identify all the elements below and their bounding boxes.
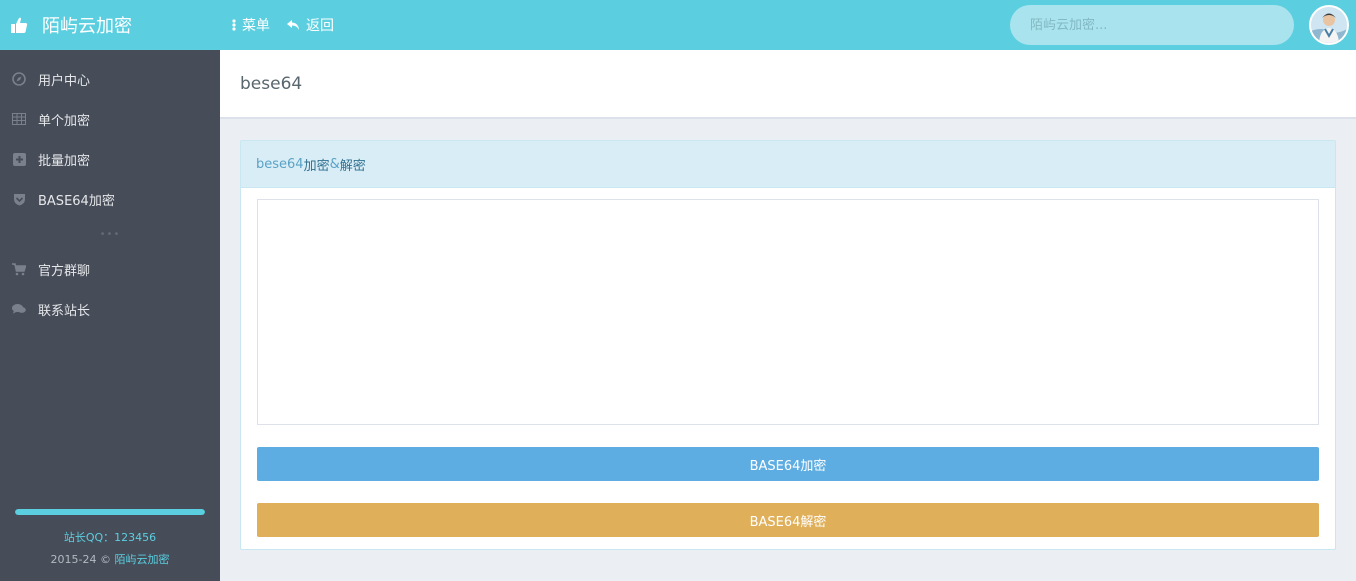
brand[interactable]: 陌屿云加密 — [0, 0, 220, 50]
top-header: 陌屿云加密 菜单 返回 — [0, 0, 1356, 50]
search-input[interactable] — [1010, 5, 1294, 45]
progress-fill — [15, 509, 205, 515]
sidebar-item-contact[interactable]: 联系站长 — [0, 289, 220, 329]
sidebar-item-label: 联系站长 — [38, 303, 91, 319]
panel-heading-part: bese64 — [256, 156, 304, 172]
thumbs-up-icon — [11, 17, 28, 33]
shield-icon — [12, 192, 26, 206]
back-label: 返回 — [306, 18, 334, 34]
base64-decode-button[interactable]: BASE64解密 — [257, 503, 1319, 537]
sidebar-item-group-chat[interactable]: 官方群聊 — [0, 249, 220, 289]
compass-icon — [12, 72, 26, 86]
sidebar: 用户中心 单个加密 批量加密 BASE64加密 ••• 官方群聊 联系站长 站长… — [0, 50, 220, 581]
panel-heading-part: & — [329, 156, 340, 172]
panel-heading-part: 加密 — [303, 158, 330, 174]
avatar-image — [1311, 7, 1347, 43]
panel-heading-part: 解密 — [339, 158, 366, 174]
avatar[interactable] — [1309, 5, 1349, 45]
panel-heading: bese64 加密 & 解密 — [241, 141, 1335, 188]
progress-bar — [15, 509, 205, 515]
copyright-link[interactable]: 陌屿云加密 — [114, 553, 169, 566]
sidebar-footer: 站长QQ：123456 2015-24 © 陌屿云加密 — [0, 509, 220, 567]
page-header: bese64 — [220, 50, 1356, 119]
sidebar-item-label: 用户中心 — [38, 73, 91, 89]
cart-icon — [12, 262, 26, 276]
sidebar-item-single-encrypt[interactable]: 单个加密 — [0, 99, 220, 139]
reply-icon — [287, 20, 299, 30]
sidebar-item-label: BASE64加密 — [38, 193, 115, 209]
sidebar-item-label: 单个加密 — [38, 113, 91, 129]
nav-actions: 菜单 返回 — [232, 0, 350, 50]
menu-label: 菜单 — [242, 18, 270, 34]
copyright: 2015-24 © 陌屿云加密 — [0, 551, 220, 567]
base64-panel: bese64 加密 & 解密 BASE64加密 BASE64解密 — [240, 140, 1336, 550]
sidebar-divider: ••• — [99, 228, 121, 240]
back-button[interactable]: 返回 — [286, 15, 334, 35]
brand-title: 陌屿云加密 — [42, 16, 132, 37]
page-title: bese64 — [240, 73, 303, 94]
sidebar-item-batch-encrypt[interactable]: 批量加密 — [0, 139, 220, 179]
menu-button[interactable]: 菜单 — [232, 15, 270, 35]
text-input-area[interactable] — [257, 199, 1319, 425]
copyright-prefix: 2015-24 © — [50, 553, 115, 566]
sidebar-item-base64[interactable]: BASE64加密 — [0, 179, 220, 219]
admin-qq: 站长QQ：123456 — [63, 531, 157, 544]
sidebar-item-user-center[interactable]: 用户中心 — [0, 59, 220, 99]
vertical-dots-icon — [232, 19, 236, 31]
chat-icon — [12, 302, 26, 316]
base64-encode-button[interactable]: BASE64加密 — [257, 447, 1319, 481]
table-icon — [12, 112, 26, 126]
sidebar-item-label: 官方群聊 — [38, 263, 91, 279]
plus-square-icon — [12, 152, 26, 166]
sidebar-item-label: 批量加密 — [38, 153, 91, 169]
